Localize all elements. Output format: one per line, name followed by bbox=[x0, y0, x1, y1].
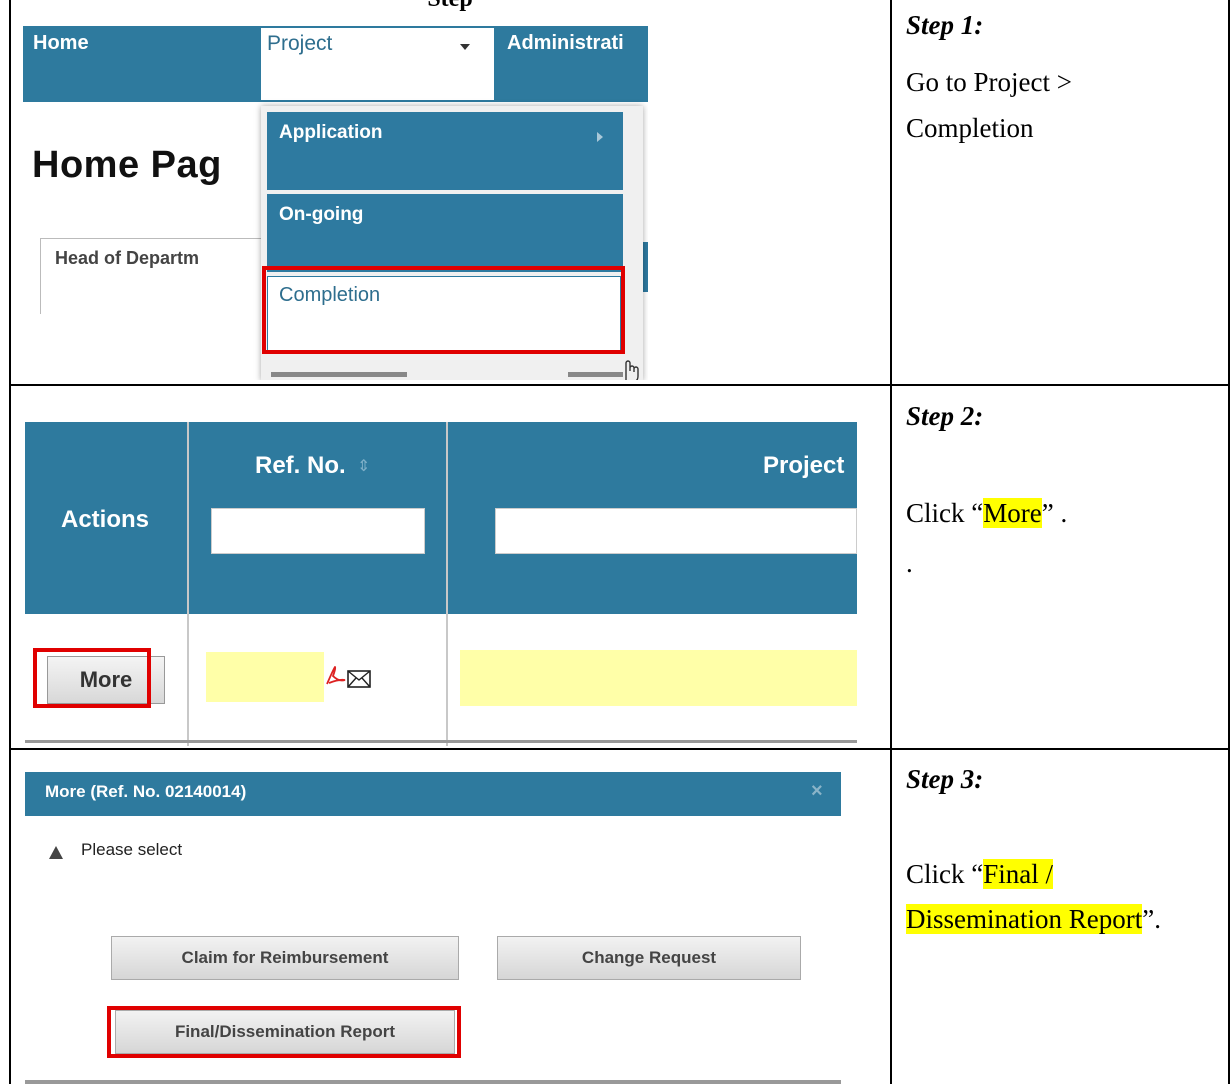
step-1-line-2: Completion bbox=[906, 113, 1034, 143]
claim-for-reimbursement-button[interactable]: Claim for Reimbursement bbox=[111, 936, 459, 980]
nav-administration[interactable]: Administrati bbox=[507, 32, 624, 55]
dialog-title: More (Ref. No. 02140014) bbox=[45, 782, 247, 801]
project-title-cell-redacted bbox=[460, 650, 857, 706]
step-2-suffix: ” . bbox=[1041, 498, 1068, 528]
column-separator bbox=[187, 422, 189, 746]
step-1-line-1: Go to Project > bbox=[906, 67, 1072, 97]
table-border-divider bbox=[890, 0, 892, 1084]
chevron-right-icon bbox=[597, 132, 603, 142]
dialog-bottom-border bbox=[25, 1080, 841, 1084]
project-filter-input[interactable] bbox=[495, 508, 857, 554]
highlight-box-final-report bbox=[107, 1006, 461, 1058]
table-border-left bbox=[9, 0, 11, 1084]
table-row-line-1 bbox=[9, 384, 1230, 386]
step-3-prefix: Click “ bbox=[906, 859, 984, 889]
step-2-extra: . bbox=[906, 548, 913, 578]
tab-divider bbox=[40, 294, 41, 314]
tab-edge bbox=[643, 242, 648, 292]
table-row-line-2 bbox=[9, 748, 1230, 750]
nav-home[interactable]: Home bbox=[33, 32, 89, 55]
column-separator bbox=[446, 422, 448, 746]
step-2-title: Step 2: bbox=[906, 401, 984, 431]
nav-project-label: Project bbox=[267, 32, 333, 55]
mail-icon[interactable] bbox=[347, 670, 371, 688]
highlight-box-completion bbox=[262, 266, 625, 354]
step-3-highlight-1: Final / bbox=[983, 859, 1053, 889]
sort-icon[interactable]: ⇕ bbox=[357, 456, 370, 476]
header-actions: Actions bbox=[61, 506, 150, 533]
scrollbar-segment-right bbox=[568, 372, 623, 377]
screenshot-step-2: Actions Ref. No. ⇕ Project More bbox=[25, 422, 857, 746]
scrollbar-segment bbox=[271, 372, 407, 377]
step-3-line-2: Dissemination Report”. bbox=[906, 896, 1161, 942]
warning-icon bbox=[49, 846, 63, 859]
screenshot-step-3: More (Ref. No. 02140014) × Please select… bbox=[25, 764, 841, 1084]
step-2-prefix: Click “ bbox=[906, 498, 984, 528]
close-icon[interactable]: × bbox=[811, 780, 823, 803]
ref-no-cell-redacted bbox=[206, 652, 324, 702]
pdf-icon[interactable] bbox=[325, 666, 347, 686]
header-project[interactable]: Project bbox=[763, 452, 844, 480]
chevron-down-icon bbox=[460, 44, 470, 50]
hand-cursor-icon bbox=[625, 360, 639, 380]
document-title: Step bbox=[0, 0, 900, 13]
screenshot-step-1: Home Project Administrati Home Pag Head … bbox=[23, 26, 648, 380]
dialog-prompt: Please select bbox=[81, 840, 183, 859]
change-request-button[interactable]: Change Request bbox=[497, 936, 801, 980]
ref-no-filter-input[interactable] bbox=[211, 508, 425, 554]
menu-item-application-label: Application bbox=[279, 122, 383, 143]
step-3-highlight-2: Dissemination Report bbox=[906, 904, 1143, 934]
highlight-box-more bbox=[33, 648, 151, 708]
step-2-highlight: More bbox=[983, 498, 1042, 528]
table-row-bottom-border bbox=[25, 740, 857, 743]
step-3-title: Step 3: bbox=[906, 764, 984, 794]
step-2-instruction: Click “More” . bbox=[906, 490, 1067, 536]
page-title: Home Pag bbox=[32, 144, 222, 186]
step-1-title: Step 1: bbox=[906, 10, 984, 40]
header-ref-no[interactable]: Ref. No. bbox=[255, 452, 346, 480]
tab-label: Head of Departm bbox=[55, 248, 200, 268]
step-3-line-1: Click “Final / bbox=[906, 851, 1053, 897]
step-3-suffix: ”. bbox=[1142, 904, 1161, 934]
menu-item-ongoing-label: On-going bbox=[279, 204, 364, 225]
